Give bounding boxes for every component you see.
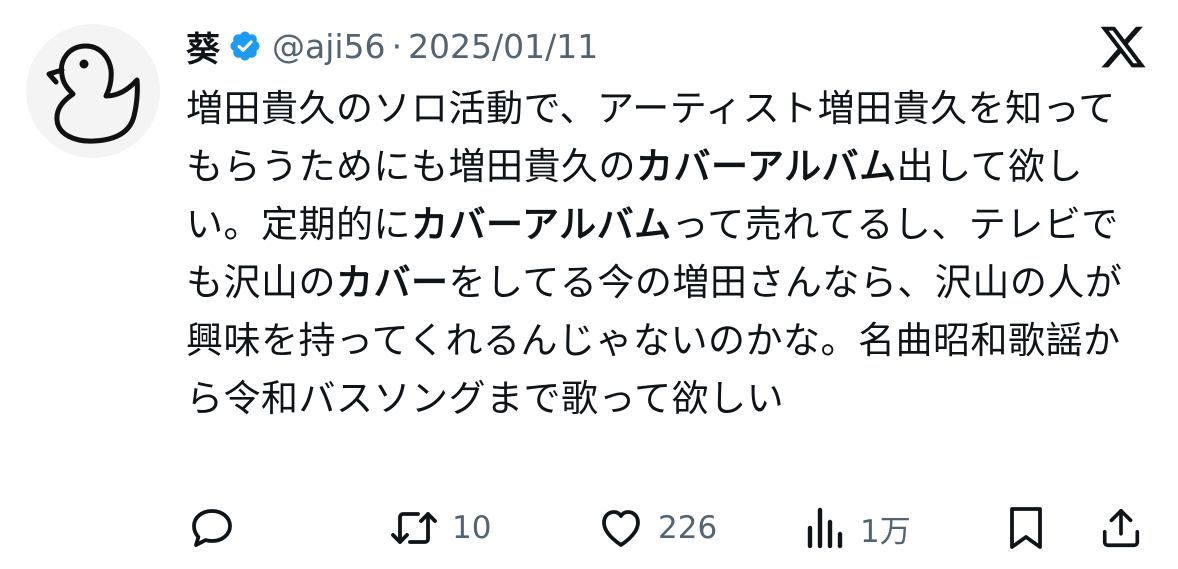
duck-icon	[46, 43, 140, 144]
retweet-button[interactable]: 10	[388, 498, 491, 558]
bookmark-button[interactable]	[1004, 498, 1048, 558]
reply-icon	[192, 509, 232, 547]
reply-button[interactable]	[188, 498, 236, 558]
retweet-icon	[391, 512, 437, 544]
views-count: 1万	[860, 513, 911, 550]
tweet-header: 葵 @aji56 · 2025/01/11	[186, 18, 598, 74]
display-name[interactable]: 葵	[186, 22, 220, 71]
like-count: 226	[658, 510, 718, 546]
user-handle[interactable]: @aji56	[272, 27, 386, 66]
verified-badge-icon	[228, 29, 262, 63]
retweet-count: 10	[452, 510, 492, 546]
avatar[interactable]	[26, 24, 160, 158]
tweet-date[interactable]: 2025/01/11	[408, 27, 598, 66]
heart-icon	[602, 510, 640, 547]
x-logo-icon	[1098, 22, 1148, 72]
tweet-text-highlight: カバー	[336, 261, 449, 304]
views-chart-icon	[807, 507, 843, 549]
header-separator: ·	[391, 26, 403, 66]
views-button[interactable]: 1万	[804, 498, 911, 558]
tweet-actions: 10 226 1万	[0, 498, 1178, 558]
bookmark-icon	[1010, 507, 1042, 549]
like-button[interactable]: 226	[596, 498, 717, 558]
tweet-text-highlight: カバーアルバム	[411, 203, 672, 246]
share-icon	[1102, 508, 1140, 548]
tweet-text: 増田貴久のソロ活動で、アーティスト増田貴久を知ってもらうためにも増田貴久のカバー…	[186, 80, 1146, 428]
share-button[interactable]	[1098, 498, 1144, 558]
tweet-text-highlight: カバーアルバム	[636, 145, 897, 188]
